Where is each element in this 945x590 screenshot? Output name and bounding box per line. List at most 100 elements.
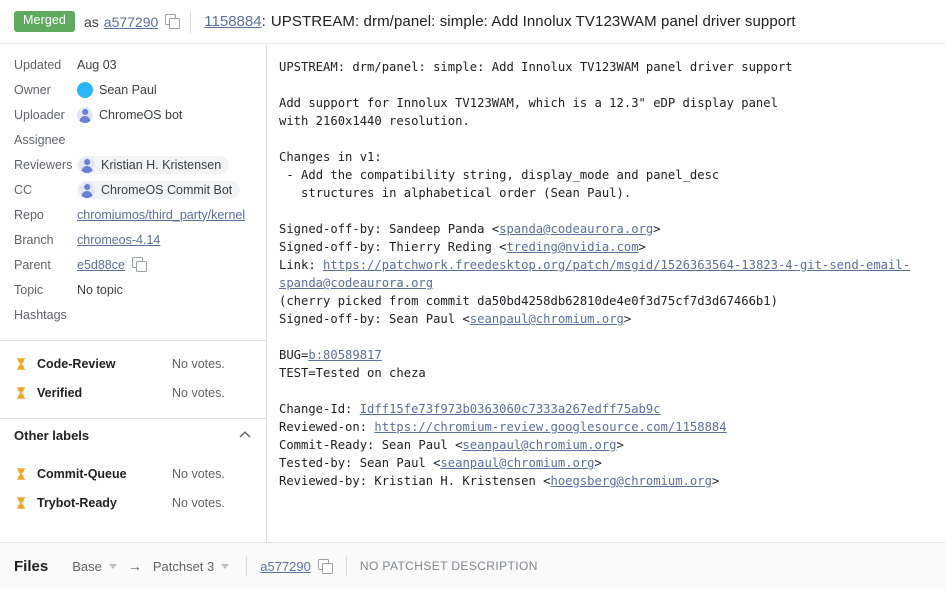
metadata-label: Branch <box>14 233 77 247</box>
metadata-text: No topic <box>77 283 123 297</box>
metadata-value: Sean Paul <box>77 82 256 98</box>
metadata-row-repo: Repochromiumos/third_party/kernel <box>0 202 266 227</box>
account-chip-name: Kristian H. Kristensen <box>101 158 221 172</box>
metadata-row-reviewers: Reviewers Kristian H. Kristensen <box>0 152 266 177</box>
label-row[interactable]: Code-ReviewNo votes. <box>0 349 266 378</box>
metadata-label: Uploader <box>14 108 77 122</box>
label-votes: No votes. <box>172 467 252 481</box>
arrow-right-icon: → <box>128 558 142 574</box>
commit-message-line <box>279 76 933 94</box>
commit-message-line: Signed-off-by: Thierry Reding <treding@n… <box>279 238 933 256</box>
footer-divider-1 <box>246 556 247 576</box>
metadata-label: Repo <box>14 208 77 222</box>
commit-message-line: (cherry picked from commit da50bd4258db6… <box>279 292 933 310</box>
change-number-link[interactable]: 1158884 <box>204 13 261 30</box>
metadata-label: Parent <box>14 258 77 272</box>
avatar <box>77 107 93 123</box>
metadata-row-hashtags: Hashtags <box>0 302 266 327</box>
branch-link[interactable]: chromeos-4.14 <box>77 233 160 247</box>
commit-message-line: Signed-off-by: Sandeep Panda <spanda@cod… <box>279 220 933 238</box>
metadata-label: CC <box>14 183 77 197</box>
metadata-value: ChromeOS bot <box>77 107 256 123</box>
commit-message-line: Add support for Innolux TV123WAM, which … <box>279 94 933 112</box>
other-labels-header[interactable]: Other labels <box>0 419 266 451</box>
metadata-text: Aug 03 <box>77 58 117 72</box>
primary-labels-list: Code-ReviewNo votes.VerifiedNo votes. <box>0 341 266 413</box>
commit-message-link[interactable]: Idff15fe73f973b0363060c7333a267edff75ab9… <box>360 402 661 416</box>
status-badge: Merged <box>14 11 75 32</box>
account-chip[interactable]: Kristian H. Kristensen <box>77 156 229 174</box>
commit-message-line: with 2160x1440 resolution. <box>279 112 933 130</box>
label-row[interactable]: Commit-QueueNo votes. <box>0 459 266 488</box>
avatar <box>79 182 95 198</box>
commit-message-line: Signed-off-by: Sean Paul <seanpaul@chrom… <box>279 310 933 328</box>
label-name: Verified <box>37 386 172 400</box>
commit-message-link[interactable]: seanpaul@chromium.org <box>470 312 624 326</box>
metadata-label: Owner <box>14 83 77 97</box>
files-title: Files <box>14 558 48 575</box>
chevron-up-icon[interactable] <box>238 428 252 442</box>
metadata-sidebar: UpdatedAug 03OwnerSean PaulUploaderChrom… <box>0 44 267 542</box>
label-votes: No votes. <box>172 496 252 510</box>
base-patchset-label: Base <box>72 559 102 574</box>
metadata-value: chromeos-4.14 <box>77 233 256 247</box>
commit-message-link[interactable]: https://chromium-review.googlesource.com… <box>374 420 726 434</box>
copy-icon[interactable] <box>132 257 147 272</box>
metadata-row-assignee: Assignee <box>0 127 266 152</box>
metadata-row-parent: Parente5d88ce <box>0 252 266 277</box>
label-votes: No votes. <box>172 386 252 400</box>
merged-as-label: as <box>84 14 99 30</box>
metadata-label: Updated <box>14 58 77 72</box>
commit-message-link[interactable]: https://patchwork.freedesktop.org/patch/… <box>279 258 910 290</box>
parent-commit-link[interactable]: e5d88ce <box>77 258 125 272</box>
target-patchset-label: Patchset 3 <box>153 559 214 574</box>
commit-message-line: Reviewed-by: Kristian H. Kristensen <hoe… <box>279 472 933 490</box>
commit-message-line <box>279 130 933 148</box>
commit-message-line <box>279 382 933 400</box>
copy-icon[interactable] <box>318 559 333 574</box>
commit-message-link[interactable]: seanpaul@chromium.org <box>440 456 594 470</box>
commit-message-link[interactable]: hoegsberg@chromium.org <box>551 474 712 488</box>
metadata-value: e5d88ce <box>77 257 256 272</box>
base-patchset-select[interactable]: Base <box>72 559 117 574</box>
copy-icon[interactable] <box>165 14 180 29</box>
repo-link[interactable]: chromiumos/third_party/kernel <box>77 208 245 222</box>
other-labels-list: Commit-QueueNo votes.Trybot-ReadyNo vote… <box>0 451 266 523</box>
commit-message-line: BUG=b:80589817 <box>279 346 933 364</box>
owner-name: Sean Paul <box>99 83 157 97</box>
avatar <box>77 82 93 98</box>
chevron-down-icon <box>221 564 229 569</box>
metadata-row-owner: Owner Sean Paul <box>0 77 266 102</box>
footer-divider-2 <box>346 556 347 576</box>
hourglass-icon <box>14 496 28 510</box>
target-patchset-select[interactable]: Patchset 3 <box>153 559 229 574</box>
label-name: Commit-Queue <box>37 467 172 481</box>
commit-message-line: - Add the compatibility string, display_… <box>279 166 933 184</box>
commit-message-line: TEST=Tested on cheza <box>279 364 933 382</box>
commit-message-link[interactable]: spanda@codeaurora.org <box>499 222 653 236</box>
metadata-label: Topic <box>14 283 77 297</box>
account-chip[interactable]: ChromeOS Commit Bot <box>77 181 240 199</box>
label-row[interactable]: Trybot-ReadyNo votes. <box>0 488 266 517</box>
footer-commit-link[interactable]: a577290 <box>260 559 311 574</box>
metadata-value: ChromeOS Commit Bot <box>77 181 256 199</box>
commit-message-link[interactable]: seanpaul@chromium.org <box>462 438 616 452</box>
commit-message-text: UPSTREAM: drm/panel: simple: Add Innolux… <box>279 58 933 490</box>
change-subject: UPSTREAM: drm/panel: simple: Add Innolux… <box>271 13 796 30</box>
hourglass-icon <box>14 357 28 371</box>
avatar <box>79 157 95 173</box>
metadata-value: No topic <box>77 283 256 297</box>
commit-message-line: Change-Id: Idff15fe73f973b0363060c7333a2… <box>279 400 933 418</box>
chevron-down-icon <box>109 564 117 569</box>
merged-commit-link[interactable]: a577290 <box>104 14 159 30</box>
commit-message-link[interactable]: treding@nvidia.com <box>506 240 638 254</box>
hourglass-icon <box>14 467 28 481</box>
label-row[interactable]: VerifiedNo votes. <box>0 378 266 407</box>
commit-message-line: Commit-Ready: Sean Paul <seanpaul@chromi… <box>279 436 933 454</box>
change-subject-separator: : <box>262 13 266 30</box>
commit-message-link[interactable]: b:80589817 <box>308 348 381 362</box>
metadata-row-cc: CCChromeOS Commit Bot <box>0 177 266 202</box>
metadata-label: Hashtags <box>14 308 77 322</box>
metadata-label: Reviewers <box>14 158 77 172</box>
commit-message-line: structures in alphabetical order (Sean P… <box>279 184 933 202</box>
